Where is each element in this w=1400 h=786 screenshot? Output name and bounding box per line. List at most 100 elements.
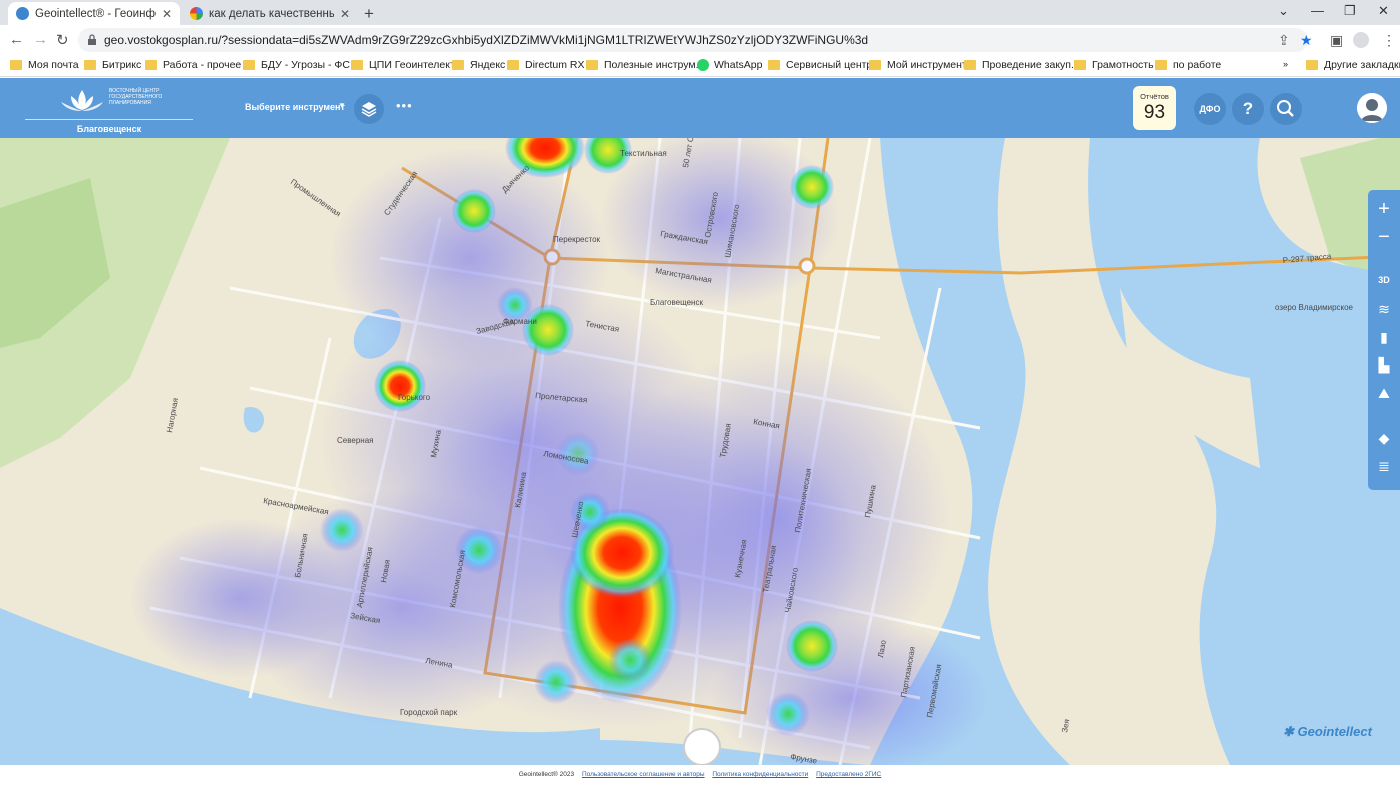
forward-icon[interactable]: → [33, 31, 48, 48]
street-label: Городской парк [400, 708, 458, 717]
bookmark-label: ЦПИ Геоинтелект [369, 59, 455, 71]
street-label: Перекресток [553, 235, 601, 244]
copyright: Geointellect® 2023 [518, 771, 575, 778]
search-button[interactable] [1270, 93, 1302, 125]
google-favicon-icon [190, 7, 203, 20]
tab-geointellect[interactable]: Geointellect® - Геоинформационн ✕ [8, 2, 180, 25]
bookmark-item[interactable]: Работа - прочее [145, 59, 241, 71]
street-label: Красноармейская [263, 496, 330, 516]
tool-select[interactable]: Выберите инструмент [245, 102, 345, 112]
city-name[interactable]: Благовещенск [25, 124, 193, 134]
chevron-down-icon[interactable]: ⌄ [1278, 3, 1289, 19]
provided-by-link[interactable]: Предоставлено 2ГИС [816, 771, 881, 778]
close-icon[interactable]: ✕ [162, 7, 172, 21]
browser-tab-bar: Geointellect® - Геоинформационн ✕ как де… [0, 0, 1400, 25]
traffic-light-icon[interactable]: ▮ [1368, 329, 1400, 346]
bookmark-item[interactable]: Сервисный центр [768, 59, 872, 71]
privacy-link[interactable]: Политика конфиденциальности [712, 771, 808, 778]
bookmark-item[interactable]: ЦПИ Геоинтелект [351, 59, 455, 71]
map-canvas[interactable]: Студенческая Промышленная Текстильная 50 ле… [0, 138, 1400, 765]
bookmark-label: Мой инструмент [887, 59, 967, 71]
vostokgosplan-logo[interactable]: ВОСТОЧНЫЙ ЦЕНТР ГОСУДАРСТВЕННОГО ПЛАНИРО… [25, 82, 193, 134]
bookmark-item[interactable]: WhatsApp [697, 59, 762, 71]
map-toolbar: + − 3D ≋ ▮ ▙ ⛰ ◆ ≣ [1368, 190, 1400, 490]
street-label: Северная [337, 436, 373, 445]
layers-icon [361, 102, 377, 117]
back-icon[interactable]: ← [9, 31, 24, 48]
ruler-icon[interactable]: ◆ [1368, 430, 1400, 447]
user-avatar[interactable] [1357, 93, 1387, 123]
bookmark-item[interactable]: Directum RX [507, 59, 585, 71]
close-icon[interactable]: ✕ [340, 7, 350, 21]
dfo-button[interactable]: ДФО [1194, 93, 1226, 125]
lock-icon [88, 34, 96, 45]
folder-icon [351, 60, 363, 70]
bookmark-item[interactable]: Яндекс [452, 59, 505, 71]
bookmark-item[interactable]: Проведение закуп... [964, 59, 1080, 71]
reports-counter[interactable]: Отчётов 93 [1133, 86, 1176, 130]
bookmark-label: Работа - прочее [163, 59, 242, 71]
url-field[interactable]: geo.vostokgosplan.ru/?sessiondata=di5sZW… [78, 28, 1308, 52]
heatmap-layer[interactable]: СтуденческаяПромышленнаяТекстильная 50 ле… [0, 138, 1400, 765]
bookmark-label: БДУ - Угрозы - ФС... [261, 59, 359, 71]
url-text: geo.vostokgosplan.ru/?sessiondata=di5sZW… [104, 33, 869, 47]
tab-google-search[interactable]: как делать качественные снимк ✕ [182, 2, 358, 25]
bookmarks-bar: Другие закладки » Моя почта Битрикс Работа… [0, 55, 1400, 77]
bookmark-item[interactable]: Полезные инструм... [586, 59, 704, 71]
bookmark-label: Проведение закуп... [982, 59, 1080, 71]
map-preview-thumbnail[interactable] [683, 728, 721, 766]
bookmark-item[interactable]: БДУ - Угрозы - ФС... [243, 59, 359, 71]
terms-link[interactable]: Пользовательское соглашение и авторы [582, 771, 705, 778]
reload-icon[interactable]: ↻ [56, 31, 69, 49]
geointellect-logo[interactable]: ✱ Geointellect [1283, 724, 1372, 740]
bookmark-item[interactable]: Битрикс [84, 59, 141, 71]
divider [25, 119, 193, 120]
terrain-icon[interactable]: ⛰ [1368, 385, 1400, 402]
bookmark-item[interactable]: Мой инструмент [869, 59, 967, 71]
zoom-in-button[interactable]: + [1368, 198, 1400, 221]
other-bookmarks-label: Другие закладки [1324, 59, 1400, 71]
search-icon [1277, 100, 1294, 117]
reports-label: Отчётов [1140, 92, 1169, 101]
layers-button[interactable] [354, 94, 384, 124]
bookmark-label: Грамотность [1092, 59, 1154, 71]
geointellect-favicon-icon [16, 7, 29, 20]
runner-icon: ✱ [1283, 724, 1294, 739]
menu-icon[interactable]: ⋮ [1382, 32, 1396, 49]
sidebar-icon[interactable]: ▣ [1330, 32, 1343, 49]
folder-icon [1155, 60, 1167, 70]
star-icon[interactable]: ★ [1300, 32, 1313, 49]
new-tab-button[interactable]: + [364, 4, 374, 24]
reports-count: 93 [1143, 102, 1166, 123]
factory-icon[interactable]: ▙ [1368, 357, 1400, 374]
brand-name: Geointellect [1297, 724, 1372, 739]
zoom-out-button[interactable]: − [1368, 226, 1400, 249]
share-icon[interactable]: ⇪ [1278, 32, 1290, 49]
bookmark-item[interactable]: по работе [1155, 59, 1221, 71]
minimize-icon[interactable]: — [1311, 3, 1324, 18]
chevron-right-icon[interactable]: » [1283, 59, 1288, 69]
folder-icon [586, 60, 598, 70]
3d-label: 3D [1378, 275, 1390, 285]
street-label: Нагорная [165, 397, 180, 433]
bookmark-item[interactable]: Грамотность [1074, 59, 1154, 71]
dropdown-arrow-icon[interactable]: ▼ [338, 101, 346, 110]
more-options-icon[interactable]: ••• [396, 98, 413, 113]
address-bar-row: ← → ↻ geo.vostokgosplan.ru/?sessiondata=… [0, 25, 1400, 55]
layers-icon[interactable]: ≣ [1368, 458, 1400, 475]
other-bookmarks[interactable]: Другие закладки [1306, 59, 1400, 71]
3d-button[interactable]: 3D [1368, 275, 1400, 285]
folder-icon [1074, 60, 1086, 70]
street-label: Зея [1060, 718, 1071, 733]
bookmark-item[interactable]: Моя почта [10, 59, 79, 71]
bookmark-label: Полезные инструм... [604, 59, 705, 71]
user-icon [1357, 93, 1387, 123]
profile-icon[interactable] [1353, 32, 1369, 48]
help-button[interactable]: ? [1232, 93, 1264, 125]
folder-icon [145, 60, 157, 70]
waves-icon[interactable]: ≋ [1368, 301, 1400, 318]
window-close-icon[interactable]: ✕ [1378, 3, 1389, 19]
restore-icon[interactable]: ❐ [1344, 3, 1356, 19]
folder-icon [507, 60, 519, 70]
bookmark-label: Сервисный центр [786, 59, 873, 71]
